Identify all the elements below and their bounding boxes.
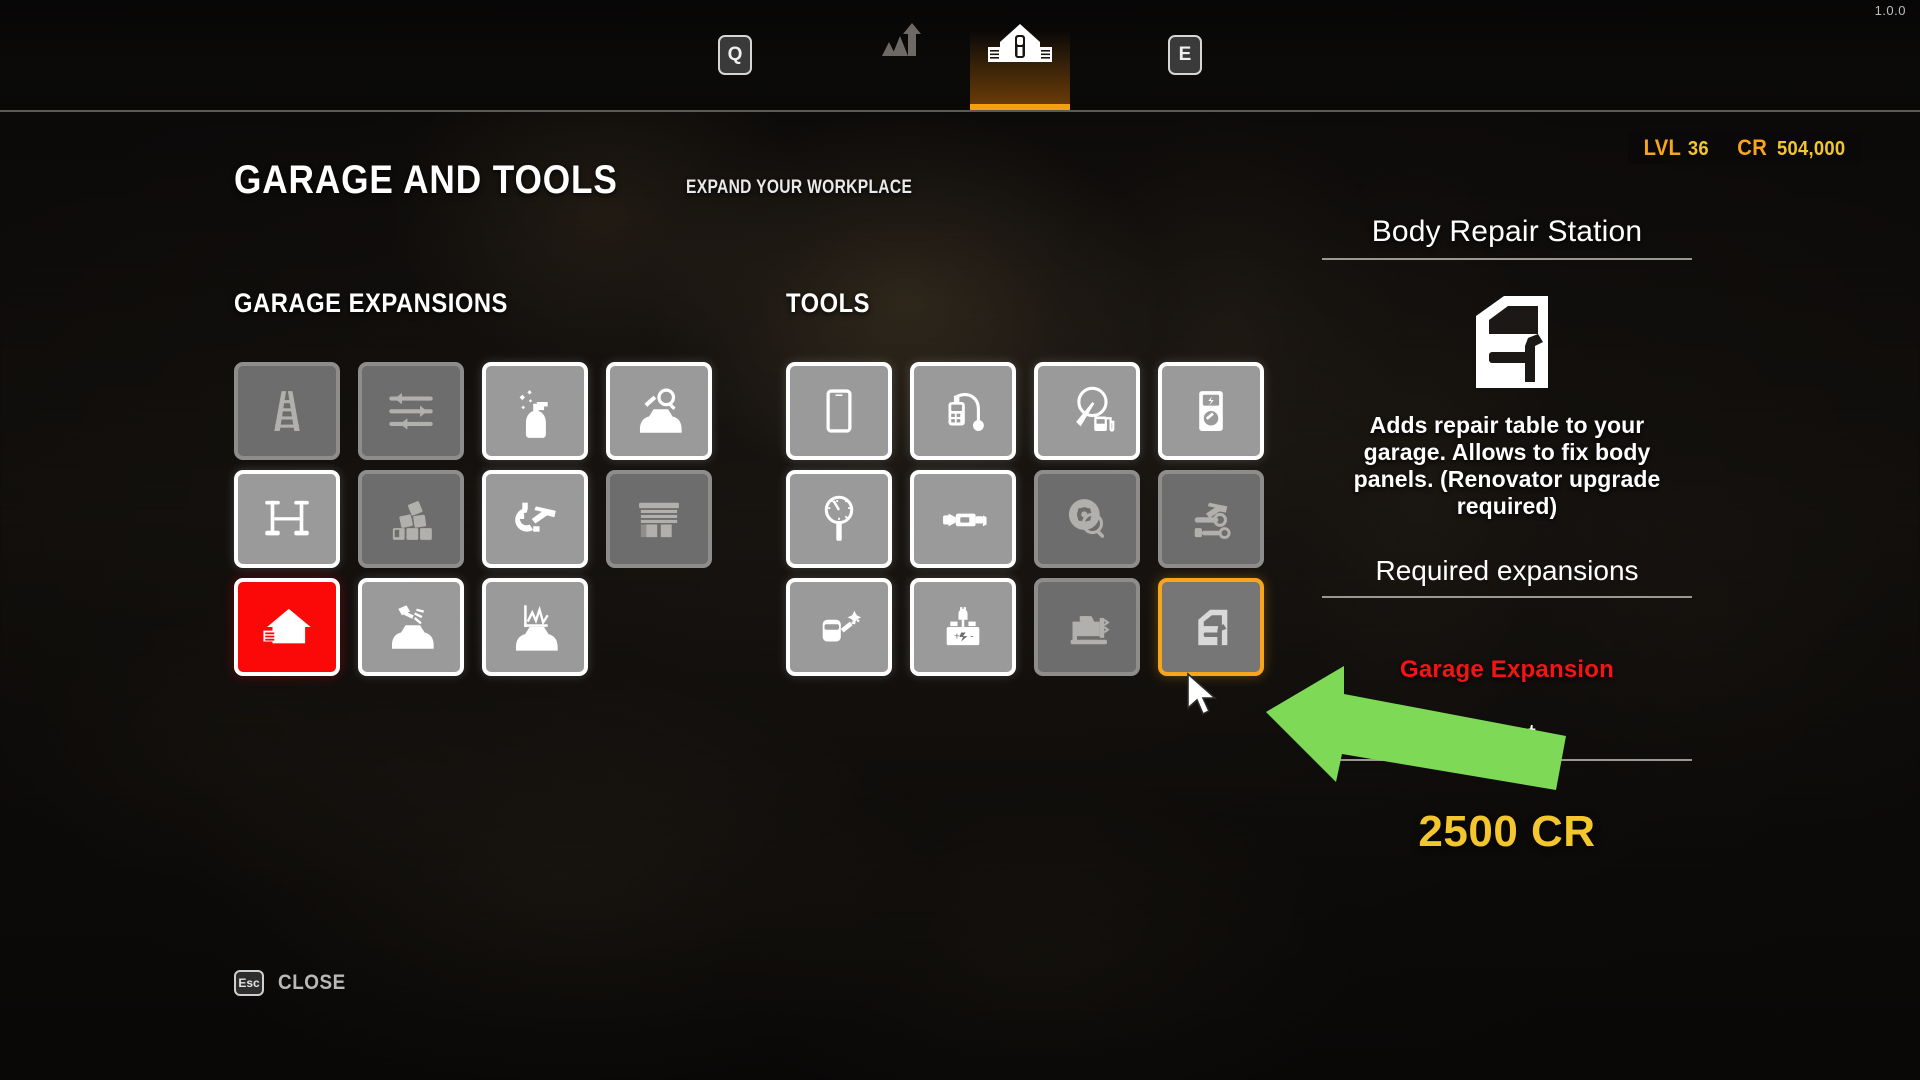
player-hud: LVL 36 CR 504,000 — [1627, 132, 1862, 164]
tile-obd-scanner[interactable] — [910, 362, 1016, 460]
detail-description: Adds repair table to your garage. Allows… — [1353, 412, 1661, 520]
battery-charger-icon: + - — [946, 607, 980, 646]
level-label: LVL — [1643, 135, 1681, 160]
cost-value: 2500 CR — [1322, 807, 1692, 857]
page-title: GARAGE AND TOOLS — [234, 158, 618, 202]
tile-engine-stand[interactable] — [1034, 578, 1140, 676]
tablet-icon — [826, 389, 852, 433]
welder-icon — [822, 610, 862, 642]
key-q[interactable]: Q — [718, 35, 752, 75]
brake-disc-magnifier-icon — [1068, 499, 1105, 538]
car-door-hammer-icon — [1442, 290, 1572, 394]
tile-brick-wall[interactable] — [358, 470, 464, 568]
tile-tuning-sliders[interactable] — [358, 362, 464, 460]
garage-house-icon — [263, 608, 311, 644]
cost-amount: 2500 — [1418, 806, 1519, 856]
tile-hammer-gear[interactable] — [482, 470, 588, 568]
multimeter-icon — [1199, 391, 1223, 431]
svg-text:-: - — [970, 632, 973, 643]
tile-garage-expansion[interactable] — [234, 578, 340, 676]
engine-stand-icon — [1070, 616, 1110, 645]
nav-prev-key[interactable]: Q — [630, 0, 840, 110]
key-e[interactable]: E — [1168, 35, 1202, 75]
car-lift-icon — [265, 500, 309, 536]
game-screen: 1.0.0 Q E GARAGE AND TOOLS EXPAND YOUR W… — [0, 0, 1920, 1080]
upgrade-chart-icon — [878, 22, 922, 60]
nav-tab-garage[interactable] — [960, 0, 1080, 110]
top-navigation-bar: 1.0.0 Q E — [0, 0, 1920, 112]
tile-dyno-station[interactable] — [482, 578, 588, 676]
close-label: CLOSE — [278, 971, 346, 994]
hammer-gear-icon — [515, 502, 556, 532]
obd-scanner-icon — [948, 393, 984, 431]
ladder-icon — [274, 391, 300, 431]
cost-unit: CR — [1531, 806, 1596, 856]
nav-tab-skills[interactable] — [840, 0, 960, 110]
tile-brake-inspector[interactable] — [1034, 470, 1140, 568]
tools-grid: + - — [786, 362, 1272, 676]
tile-garage-door[interactable] — [606, 470, 712, 568]
key-esc[interactable]: Esc — [234, 970, 264, 996]
car-inspection-icon — [639, 388, 682, 433]
level-value: 36 — [1688, 138, 1710, 160]
credits-display: CR 504,000 — [1736, 135, 1848, 161]
fuel-gauge-icon — [1076, 386, 1115, 432]
level-display: LVL 36 — [1642, 135, 1711, 161]
credits-label: CR — [1737, 135, 1768, 160]
cost-heading: Cost — [1478, 717, 1536, 749]
tools-heading: TOOLS — [786, 288, 871, 318]
detail-title-rule — [1322, 258, 1692, 260]
tile-fuel-tester[interactable] — [1034, 362, 1140, 460]
car-door-hammer-icon — [1198, 609, 1228, 646]
required-rule — [1322, 595, 1692, 598]
garage-expansions-heading: GARAGE EXPANSIONS — [234, 288, 508, 318]
tile-multimeter[interactable] — [1158, 362, 1264, 460]
brick-wall-icon — [392, 501, 432, 540]
page-header: GARAGE AND TOOLS EXPAND YOUR WORKPLACE — [234, 158, 962, 203]
nav-next-key[interactable]: E — [1080, 0, 1290, 110]
tile-ladder[interactable] — [234, 362, 340, 460]
paint-spray-car-icon — [391, 605, 434, 649]
cost-rule — [1322, 758, 1692, 761]
impact-wrench-icon — [943, 513, 987, 527]
tile-car-lift[interactable] — [234, 470, 340, 568]
svg-text:+: + — [954, 632, 960, 643]
detail-panel: Body Repair Station Adds repair table to… — [1322, 215, 1692, 857]
required-expansion-item: Garage Expansion — [1400, 655, 1614, 683]
required-expansions-heading: Required expansions — [1375, 554, 1639, 586]
compression-gauge-icon — [824, 495, 854, 541]
hammer-tools-icon — [1194, 502, 1231, 540]
nav-tabs: Q E — [0, 0, 1920, 110]
tile-paint-booth[interactable] — [358, 578, 464, 676]
dyno-car-icon — [515, 605, 558, 651]
garage-building-icon — [988, 22, 1052, 66]
tile-tablet[interactable] — [786, 362, 892, 460]
tile-spray-bottle[interactable] — [482, 362, 588, 460]
detail-title: Body Repair Station — [1371, 215, 1643, 248]
spray-bottle-icon — [519, 390, 548, 438]
tile-impact-wrench[interactable] — [910, 470, 1016, 568]
garage-expansions-grid — [234, 362, 720, 676]
garage-door-icon — [639, 502, 679, 538]
sliders-icon — [389, 392, 433, 430]
footer-hint[interactable]: Esc CLOSE — [234, 970, 353, 996]
tile-car-inspection[interactable] — [606, 362, 712, 460]
tile-hammer-bench[interactable] — [1158, 470, 1264, 568]
page-subtitle: EXPAND YOUR WORKPLACE — [686, 177, 913, 198]
tile-compression-tester[interactable] — [786, 470, 892, 568]
tile-welder[interactable] — [786, 578, 892, 676]
tile-battery-charger[interactable]: + - — [910, 578, 1016, 676]
tile-body-repair-station[interactable] — [1158, 578, 1264, 676]
credits-value: 504,000 — [1776, 138, 1846, 160]
